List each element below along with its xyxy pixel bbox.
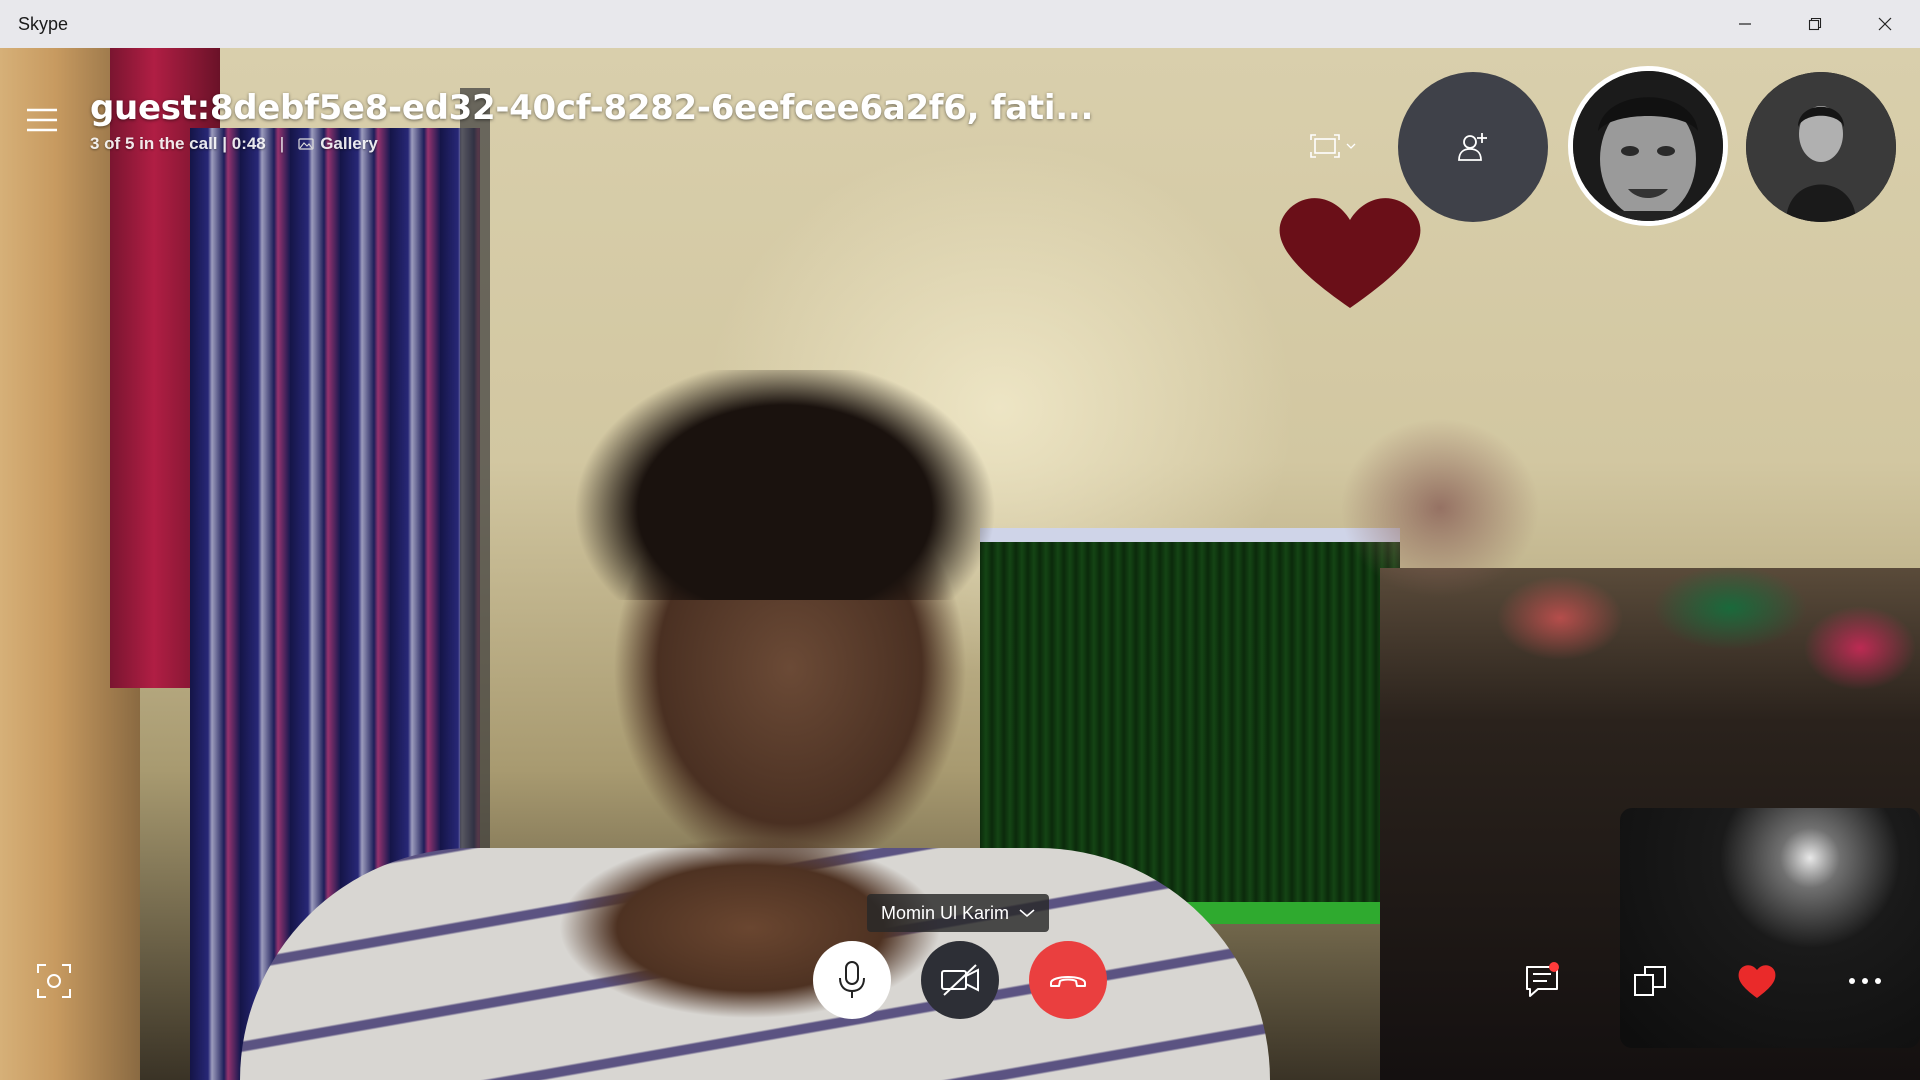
hang-up-button[interactable] (1029, 941, 1107, 1019)
microphone-icon (839, 961, 865, 998)
share-screen-icon (1634, 966, 1666, 996)
chat-button[interactable] (1517, 956, 1567, 1006)
chevron-down-icon (1019, 909, 1035, 918)
chevron-down-icon (1346, 143, 1356, 149)
restore-icon (1808, 17, 1822, 31)
video-toggle-button[interactable] (921, 941, 999, 1019)
restore-button[interactable] (1780, 0, 1850, 48)
participants-status: 3 of 5 in the call | 0:48 (90, 134, 266, 153)
view-mode-button[interactable] (1310, 134, 1356, 158)
snapshot-icon (37, 964, 71, 998)
minimize-icon (1739, 23, 1751, 25)
snapshot-button[interactable] (29, 956, 79, 1006)
avatar (1573, 71, 1723, 221)
hang-up-icon (1050, 976, 1086, 987)
chat-notification-badge (1549, 962, 1559, 972)
call-header: guest:8debf5e8-ed32-40cf-8282-6eefcee6a2… (90, 88, 1093, 154)
video-off-icon (941, 964, 979, 996)
more-options-icon (1849, 978, 1881, 984)
participant-avatar-active-speaker[interactable] (1568, 66, 1728, 226)
status-separator: | (279, 134, 285, 153)
call-overlay: guest:8debf5e8-ed32-40cf-8282-6eefcee6a2… (0, 48, 1920, 1080)
call-title: guest:8debf5e8-ed32-40cf-8282-6eefcee6a2… (90, 88, 1094, 128)
close-icon (1878, 17, 1892, 31)
minimize-button[interactable] (1710, 0, 1780, 48)
share-screen-button[interactable] (1625, 956, 1675, 1006)
avatar (1746, 72, 1896, 222)
gallery-label: Gallery (320, 134, 378, 153)
menu-button[interactable] (22, 100, 62, 140)
title-bar: Skype (0, 0, 1920, 48)
window-controls (1710, 0, 1920, 48)
fullscreen-view-icon (1310, 134, 1340, 158)
skype-window: Skype guest:8debf5e8-ed32-40cf-8282-6eef… (0, 0, 1920, 1080)
add-person-icon (1458, 133, 1487, 161)
call-status: 3 of 5 in the call | 0:48 | Gallery (90, 134, 1093, 154)
close-button[interactable] (1850, 0, 1920, 48)
speaker-name-selector[interactable]: Momin Ul Karim (867, 894, 1050, 932)
reaction-button[interactable] (1732, 956, 1782, 1006)
heart-icon (1738, 965, 1776, 998)
hamburger-icon (27, 108, 57, 132)
participant-avatar[interactable] (1746, 72, 1896, 222)
app-title: Skype (18, 13, 69, 34)
add-people-button[interactable] (1398, 72, 1548, 222)
gallery-view-toggle[interactable]: Gallery (298, 134, 378, 154)
gallery-icon (298, 138, 314, 150)
microphone-button[interactable] (813, 941, 891, 1019)
speaker-name: Momin Ul Karim (881, 902, 1010, 923)
more-options-button[interactable] (1840, 956, 1890, 1006)
